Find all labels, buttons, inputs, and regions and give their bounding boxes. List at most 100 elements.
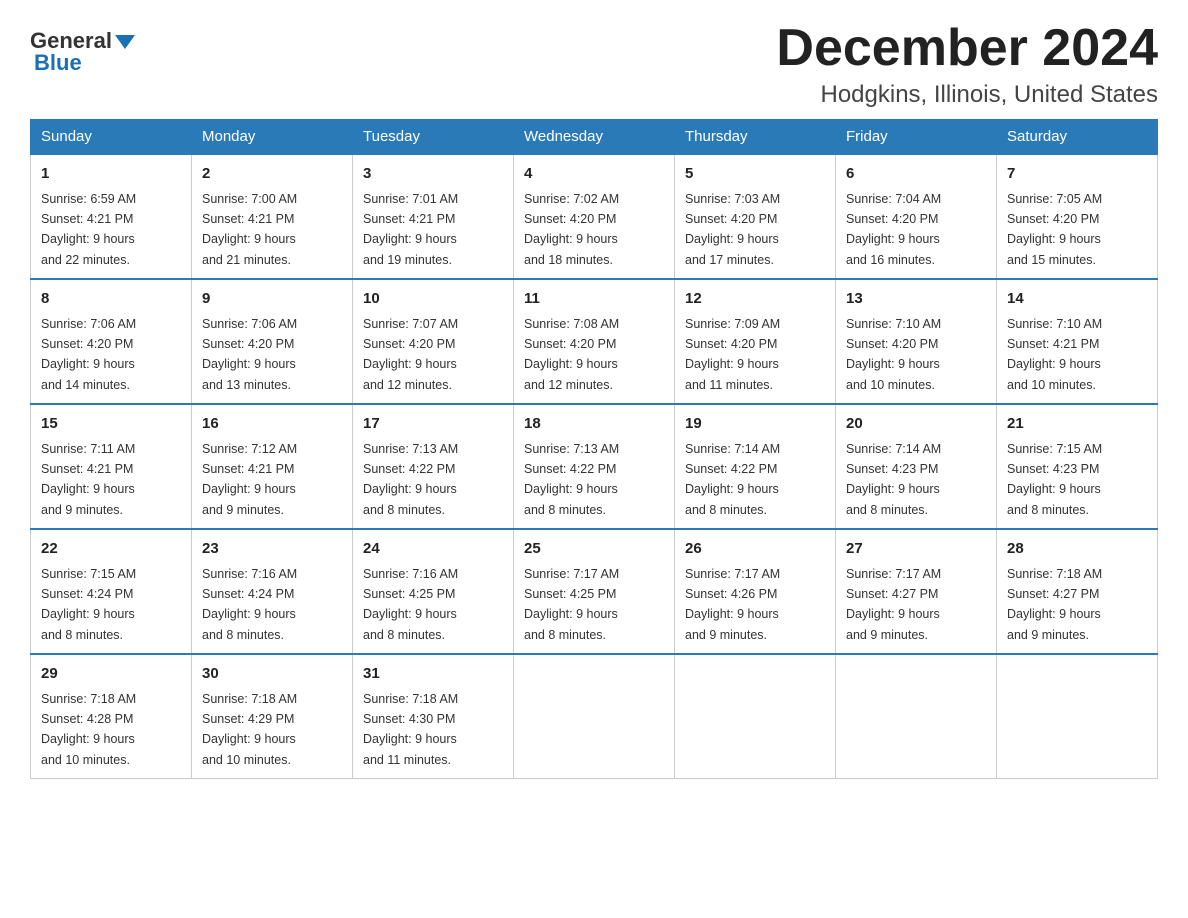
day-number: 7: [1007, 163, 1147, 186]
calendar-cell: 24 Sunrise: 7:16 AMSunset: 4:25 PMDaylig…: [353, 529, 514, 654]
day-number: 23: [202, 538, 342, 561]
day-number: 29: [41, 663, 181, 686]
day-info: Sunrise: 7:13 AMSunset: 4:22 PMDaylight:…: [524, 442, 619, 517]
day-info: Sunrise: 7:01 AMSunset: 4:21 PMDaylight:…: [363, 192, 458, 267]
calendar-cell: [997, 654, 1158, 779]
day-number: 20: [846, 413, 986, 436]
day-number: 4: [524, 163, 664, 186]
calendar-cell: 3 Sunrise: 7:01 AMSunset: 4:21 PMDayligh…: [353, 154, 514, 279]
calendar-cell: 18 Sunrise: 7:13 AMSunset: 4:22 PMDaylig…: [514, 404, 675, 529]
weekday-header-saturday: Saturday: [997, 120, 1158, 155]
weekday-header-sunday: Sunday: [31, 120, 192, 155]
day-info: Sunrise: 7:10 AMSunset: 4:20 PMDaylight:…: [846, 317, 941, 392]
day-info: Sunrise: 7:15 AMSunset: 4:24 PMDaylight:…: [41, 567, 136, 642]
day-number: 15: [41, 413, 181, 436]
calendar-cell: 15 Sunrise: 7:11 AMSunset: 4:21 PMDaylig…: [31, 404, 192, 529]
calendar-cell: 17 Sunrise: 7:13 AMSunset: 4:22 PMDaylig…: [353, 404, 514, 529]
calendar-cell: 7 Sunrise: 7:05 AMSunset: 4:20 PMDayligh…: [997, 154, 1158, 279]
day-number: 24: [363, 538, 503, 561]
day-info: Sunrise: 7:05 AMSunset: 4:20 PMDaylight:…: [1007, 192, 1102, 267]
calendar-cell: 30 Sunrise: 7:18 AMSunset: 4:29 PMDaylig…: [192, 654, 353, 779]
calendar-cell: 4 Sunrise: 7:02 AMSunset: 4:20 PMDayligh…: [514, 154, 675, 279]
day-info: Sunrise: 7:18 AMSunset: 4:29 PMDaylight:…: [202, 692, 297, 767]
day-info: Sunrise: 7:18 AMSunset: 4:28 PMDaylight:…: [41, 692, 136, 767]
day-info: Sunrise: 7:00 AMSunset: 4:21 PMDaylight:…: [202, 192, 297, 267]
weekday-header-tuesday: Tuesday: [353, 120, 514, 155]
page-subtitle: Hodgkins, Illinois, United States: [776, 81, 1158, 109]
calendar-cell: 10 Sunrise: 7:07 AMSunset: 4:20 PMDaylig…: [353, 279, 514, 404]
day-info: Sunrise: 7:13 AMSunset: 4:22 PMDaylight:…: [363, 442, 458, 517]
title-block: December 2024 Hodgkins, Illinois, United…: [776, 20, 1158, 109]
calendar-cell: 21 Sunrise: 7:15 AMSunset: 4:23 PMDaylig…: [997, 404, 1158, 529]
day-number: 28: [1007, 538, 1147, 561]
day-info: Sunrise: 7:14 AMSunset: 4:22 PMDaylight:…: [685, 442, 780, 517]
calendar-cell: 8 Sunrise: 7:06 AMSunset: 4:20 PMDayligh…: [31, 279, 192, 404]
day-number: 6: [846, 163, 986, 186]
day-number: 9: [202, 288, 342, 311]
calendar-cell: 14 Sunrise: 7:10 AMSunset: 4:21 PMDaylig…: [997, 279, 1158, 404]
day-number: 22: [41, 538, 181, 561]
day-info: Sunrise: 7:11 AMSunset: 4:21 PMDaylight:…: [41, 442, 135, 517]
day-info: Sunrise: 7:16 AMSunset: 4:24 PMDaylight:…: [202, 567, 297, 642]
calendar-cell: 13 Sunrise: 7:10 AMSunset: 4:20 PMDaylig…: [836, 279, 997, 404]
calendar-header-row: SundayMondayTuesdayWednesdayThursdayFrid…: [31, 120, 1158, 155]
day-number: 31: [363, 663, 503, 686]
weekday-header-thursday: Thursday: [675, 120, 836, 155]
logo-arrow-icon: [115, 35, 135, 49]
weekday-header-wednesday: Wednesday: [514, 120, 675, 155]
calendar-cell: [675, 654, 836, 779]
calendar-cell: 25 Sunrise: 7:17 AMSunset: 4:25 PMDaylig…: [514, 529, 675, 654]
calendar-cell: 6 Sunrise: 7:04 AMSunset: 4:20 PMDayligh…: [836, 154, 997, 279]
day-info: Sunrise: 7:17 AMSunset: 4:27 PMDaylight:…: [846, 567, 941, 642]
day-info: Sunrise: 7:08 AMSunset: 4:20 PMDaylight:…: [524, 317, 619, 392]
logo: General Blue: [30, 20, 135, 76]
day-number: 26: [685, 538, 825, 561]
day-number: 14: [1007, 288, 1147, 311]
calendar-cell: 26 Sunrise: 7:17 AMSunset: 4:26 PMDaylig…: [675, 529, 836, 654]
calendar-cell: 1 Sunrise: 6:59 AMSunset: 4:21 PMDayligh…: [31, 154, 192, 279]
weekday-header-friday: Friday: [836, 120, 997, 155]
day-info: Sunrise: 7:06 AMSunset: 4:20 PMDaylight:…: [202, 317, 297, 392]
calendar-cell: 2 Sunrise: 7:00 AMSunset: 4:21 PMDayligh…: [192, 154, 353, 279]
calendar-week-row: 1 Sunrise: 6:59 AMSunset: 4:21 PMDayligh…: [31, 154, 1158, 279]
day-info: Sunrise: 7:04 AMSunset: 4:20 PMDaylight:…: [846, 192, 941, 267]
calendar-table: SundayMondayTuesdayWednesdayThursdayFrid…: [30, 119, 1158, 779]
day-info: Sunrise: 7:14 AMSunset: 4:23 PMDaylight:…: [846, 442, 941, 517]
calendar-cell: 31 Sunrise: 7:18 AMSunset: 4:30 PMDaylig…: [353, 654, 514, 779]
day-info: Sunrise: 7:02 AMSunset: 4:20 PMDaylight:…: [524, 192, 619, 267]
calendar-week-row: 29 Sunrise: 7:18 AMSunset: 4:28 PMDaylig…: [31, 654, 1158, 779]
day-info: Sunrise: 7:18 AMSunset: 4:27 PMDaylight:…: [1007, 567, 1102, 642]
day-info: Sunrise: 7:06 AMSunset: 4:20 PMDaylight:…: [41, 317, 136, 392]
calendar-cell: 19 Sunrise: 7:14 AMSunset: 4:22 PMDaylig…: [675, 404, 836, 529]
day-number: 10: [363, 288, 503, 311]
calendar-cell: [514, 654, 675, 779]
calendar-cell: [836, 654, 997, 779]
weekday-header-monday: Monday: [192, 120, 353, 155]
day-info: Sunrise: 7:15 AMSunset: 4:23 PMDaylight:…: [1007, 442, 1102, 517]
day-info: Sunrise: 7:10 AMSunset: 4:21 PMDaylight:…: [1007, 317, 1102, 392]
day-number: 21: [1007, 413, 1147, 436]
day-info: Sunrise: 7:03 AMSunset: 4:20 PMDaylight:…: [685, 192, 780, 267]
day-info: Sunrise: 7:18 AMSunset: 4:30 PMDaylight:…: [363, 692, 458, 767]
calendar-cell: 12 Sunrise: 7:09 AMSunset: 4:20 PMDaylig…: [675, 279, 836, 404]
day-number: 19: [685, 413, 825, 436]
day-number: 27: [846, 538, 986, 561]
calendar-cell: 22 Sunrise: 7:15 AMSunset: 4:24 PMDaylig…: [31, 529, 192, 654]
calendar-week-row: 8 Sunrise: 7:06 AMSunset: 4:20 PMDayligh…: [31, 279, 1158, 404]
calendar-week-row: 15 Sunrise: 7:11 AMSunset: 4:21 PMDaylig…: [31, 404, 1158, 529]
calendar-week-row: 22 Sunrise: 7:15 AMSunset: 4:24 PMDaylig…: [31, 529, 1158, 654]
calendar-cell: 20 Sunrise: 7:14 AMSunset: 4:23 PMDaylig…: [836, 404, 997, 529]
day-number: 16: [202, 413, 342, 436]
calendar-cell: 11 Sunrise: 7:08 AMSunset: 4:20 PMDaylig…: [514, 279, 675, 404]
day-number: 8: [41, 288, 181, 311]
calendar-cell: 5 Sunrise: 7:03 AMSunset: 4:20 PMDayligh…: [675, 154, 836, 279]
day-info: Sunrise: 7:09 AMSunset: 4:20 PMDaylight:…: [685, 317, 780, 392]
calendar-cell: 28 Sunrise: 7:18 AMSunset: 4:27 PMDaylig…: [997, 529, 1158, 654]
day-number: 12: [685, 288, 825, 311]
day-number: 30: [202, 663, 342, 686]
calendar-cell: 29 Sunrise: 7:18 AMSunset: 4:28 PMDaylig…: [31, 654, 192, 779]
day-number: 13: [846, 288, 986, 311]
day-info: Sunrise: 7:16 AMSunset: 4:25 PMDaylight:…: [363, 567, 458, 642]
calendar-cell: 23 Sunrise: 7:16 AMSunset: 4:24 PMDaylig…: [192, 529, 353, 654]
calendar-cell: 9 Sunrise: 7:06 AMSunset: 4:20 PMDayligh…: [192, 279, 353, 404]
